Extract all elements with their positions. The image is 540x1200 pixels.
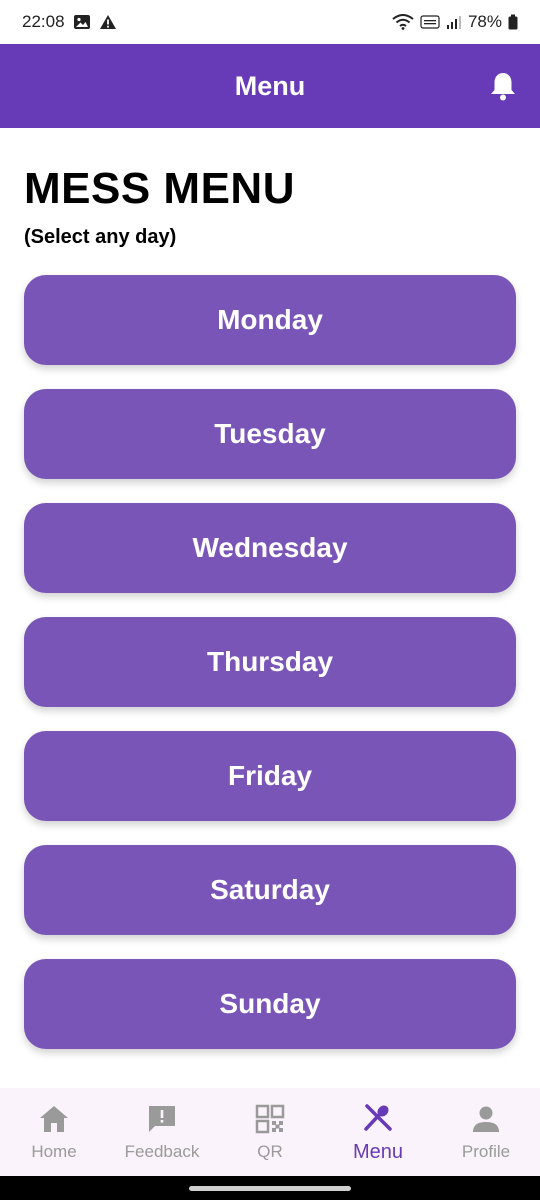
day-button-tuesday[interactable]: Tuesday: [24, 389, 516, 479]
status-time: 22:08: [22, 12, 65, 31]
page-title: MESS MENU: [24, 164, 295, 213]
signal-icon: [446, 14, 462, 30]
day-button-sunday[interactable]: Sunday: [24, 959, 516, 1049]
feedback-icon: [145, 1102, 179, 1136]
day-button-monday[interactable]: Monday: [24, 275, 516, 365]
day-button-thursday[interactable]: Thursday: [24, 617, 516, 707]
home-icon: [37, 1102, 71, 1136]
bottom-nav: Home Feedback QR Menu Profile: [0, 1088, 540, 1176]
person-icon: [469, 1102, 503, 1136]
home-indicator[interactable]: [189, 1185, 351, 1191]
nav-item-profile[interactable]: Profile: [432, 1088, 540, 1176]
main-content: MESS MENU (Select any day) Monday Tuesda…: [0, 128, 540, 1088]
battery-percent: 78%: [467, 12, 502, 31]
day-button-wednesday[interactable]: Wednesday: [24, 503, 516, 593]
nav-label-qr: QR: [257, 1142, 283, 1161]
status-right: 78%: [392, 12, 518, 32]
status-bar: 22:08 78%: [0, 0, 540, 44]
nav-item-qr[interactable]: QR: [216, 1088, 324, 1176]
battery-icon: [508, 14, 518, 30]
nav-label-profile: Profile: [461, 1142, 511, 1161]
nav-label-menu: Menu: [352, 1140, 404, 1163]
wifi-icon: [392, 14, 414, 30]
day-button-saturday[interactable]: Saturday: [24, 845, 516, 935]
nav-label-feedback: Feedback: [124, 1142, 200, 1161]
volte-icon: [420, 14, 440, 30]
notifications-button[interactable]: [488, 71, 518, 101]
app-bar: Menu: [0, 44, 540, 128]
bell-icon: [491, 73, 515, 101]
fork-knife-icon: [361, 1101, 395, 1135]
nav-item-menu[interactable]: Menu: [324, 1088, 432, 1176]
day-button-friday[interactable]: Friday: [24, 731, 516, 821]
qr-code-icon: [253, 1102, 287, 1136]
nav-item-home[interactable]: Home: [0, 1088, 108, 1176]
system-nav-bar: [0, 1176, 540, 1200]
day-list: Monday Tuesday Wednesday Thursday Friday…: [24, 275, 516, 1049]
nav-item-feedback[interactable]: Feedback: [108, 1088, 216, 1176]
warning-icon: [99, 14, 117, 30]
nav-label-home: Home: [31, 1142, 77, 1161]
app-bar-title: Menu: [234, 70, 306, 101]
image-icon: [73, 14, 91, 30]
page-subtitle: (Select any day): [24, 226, 177, 248]
status-left: 22:08: [22, 12, 117, 32]
